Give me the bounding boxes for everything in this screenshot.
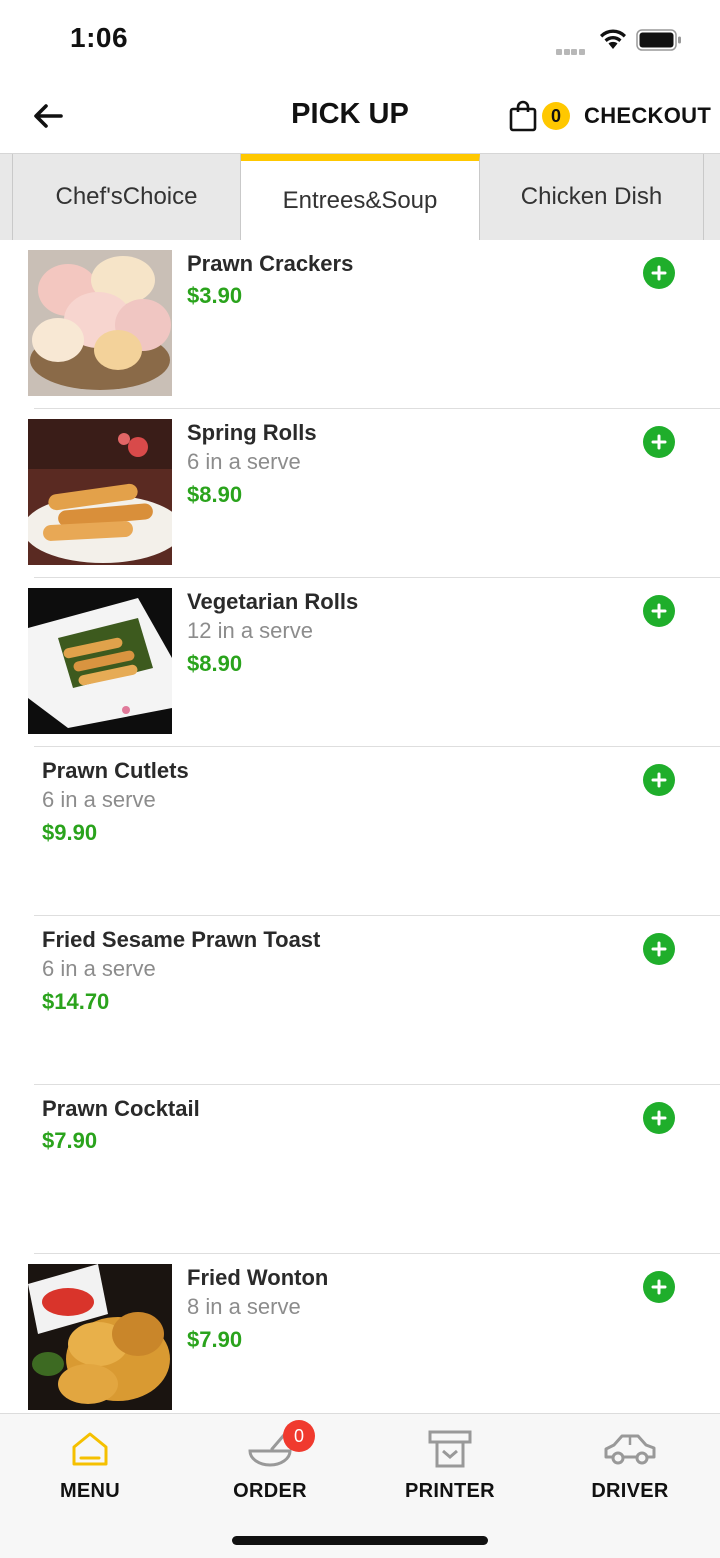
plus-icon (651, 941, 667, 957)
nav-order-label: ORDER (233, 1480, 307, 1502)
spring-rolls-photo (28, 419, 172, 565)
tab-chicken-dish[interactable]: Chicken Dish (480, 154, 704, 240)
menu-item[interactable]: Fried Sesame Prawn Toast 6 in a serve $1… (0, 916, 720, 1085)
item-name: Prawn Cocktail (42, 1096, 200, 1121)
item-description: 6 in a serve (187, 449, 301, 474)
home-icon (0, 1426, 180, 1472)
status-time: 1:06 (70, 22, 129, 53)
header: PICK UP 0 CHECKOUT (0, 80, 720, 154)
add-item-button[interactable] (643, 426, 675, 458)
item-price: $9.90 (42, 820, 98, 845)
add-item-button[interactable] (643, 933, 675, 965)
plus-icon (651, 1110, 667, 1126)
plus-icon (651, 1279, 667, 1295)
menu-item[interactable]: Prawn Crackers $3.90 (0, 240, 720, 409)
checkout-button[interactable]: 0 CHECKOUT (508, 98, 711, 134)
item-description: 6 in a serve (42, 956, 156, 981)
bowl-icon: 0 (180, 1420, 360, 1472)
menu-item[interactable]: Spring Rolls 6 in a serve $8.90 (0, 409, 720, 578)
wifi-icon (598, 28, 628, 50)
menu-item[interactable]: Prawn Cutlets 6 in a serve $9.90 (0, 747, 720, 916)
car-icon (540, 1426, 720, 1472)
order-count-badge: 0 (283, 1420, 315, 1452)
add-item-button[interactable] (643, 1271, 675, 1303)
menu-item[interactable]: Fried Wonton 8 in a serve $7.90 (0, 1254, 720, 1413)
home-indicator (232, 1536, 488, 1545)
menu-list[interactable]: Prawn Crackers $3.90 Spring Rolls 6 in a… (0, 240, 720, 1413)
item-info: Prawn Crackers $3.90 (187, 250, 353, 314)
item-price: $8.90 (187, 482, 243, 507)
fried-wonton-photo (28, 1264, 172, 1410)
item-price: $7.90 (42, 1128, 98, 1153)
status-bar: 1:06 (0, 0, 720, 80)
tab-chefs-choice[interactable]: Chef'sChoice (12, 154, 241, 240)
plus-icon (651, 603, 667, 619)
tab-entrees-soup[interactable]: Entrees&Soup (241, 154, 480, 240)
item-name: Prawn Crackers (187, 251, 354, 276)
cellular-signal-icon (556, 42, 590, 55)
add-item-button[interactable] (643, 257, 675, 289)
nav-menu[interactable]: MENU (0, 1426, 180, 1506)
nav-order[interactable]: 0 ORDER (180, 1420, 360, 1506)
nav-menu-label: MENU (59, 1480, 121, 1502)
menu-item[interactable]: Prawn Cocktail $7.90 (0, 1085, 720, 1254)
menu-item[interactable]: Vegetarian Rolls 12 in a serve $8.90 (0, 578, 720, 747)
bottom-tab-bar: MENU 0 ORDER PRINTER DRIVER (0, 1413, 720, 1558)
add-item-button[interactable] (643, 1102, 675, 1134)
nav-printer[interactable]: PRINTER (360, 1426, 540, 1506)
add-item-button[interactable] (643, 764, 675, 796)
item-info: Prawn Cocktail $7.90 (42, 1095, 200, 1159)
prawn-crackers-photo (28, 250, 172, 396)
item-info: Vegetarian Rolls 12 in a serve $8.90 (187, 588, 358, 682)
plus-icon (651, 434, 667, 450)
item-name: Fried Wonton (187, 1265, 329, 1290)
shopping-bag-icon (508, 100, 538, 132)
item-price: $8.90 (187, 651, 243, 676)
item-name: Prawn Cutlets (42, 758, 189, 783)
battery-icon (636, 29, 682, 51)
item-description: 12 in a serve (187, 618, 313, 643)
item-info: Fried Sesame Prawn Toast 6 in a serve $1… (42, 926, 320, 1020)
nav-driver-label: DRIVER (591, 1480, 669, 1502)
item-name: Spring Rolls (187, 420, 317, 445)
item-price: $14.70 (42, 989, 110, 1014)
vegetarian-rolls-photo (28, 588, 172, 734)
plus-icon (651, 772, 667, 788)
category-tabs: Chef'sChoice Entrees&Soup Chicken Dish (0, 154, 720, 240)
item-info: Fried Wonton 8 in a serve $7.90 (187, 1264, 328, 1358)
checkout-label: CHECKOUT (584, 103, 712, 128)
item-price: $7.90 (187, 1327, 243, 1352)
item-info: Prawn Cutlets 6 in a serve $9.90 (42, 757, 189, 851)
printer-icon (360, 1426, 540, 1472)
item-info: Spring Rolls 6 in a serve $8.90 (187, 419, 317, 513)
item-description: 8 in a serve (187, 1294, 301, 1319)
plus-icon (651, 265, 667, 281)
item-description: 6 in a serve (42, 787, 156, 812)
item-name: Fried Sesame Prawn Toast (42, 927, 321, 952)
nav-printer-label: PRINTER (405, 1480, 495, 1502)
item-name: Vegetarian Rolls (187, 589, 359, 614)
add-item-button[interactable] (643, 595, 675, 627)
item-price: $3.90 (187, 283, 243, 308)
cart-count-badge: 0 (542, 102, 570, 130)
nav-driver[interactable]: DRIVER (540, 1426, 720, 1506)
